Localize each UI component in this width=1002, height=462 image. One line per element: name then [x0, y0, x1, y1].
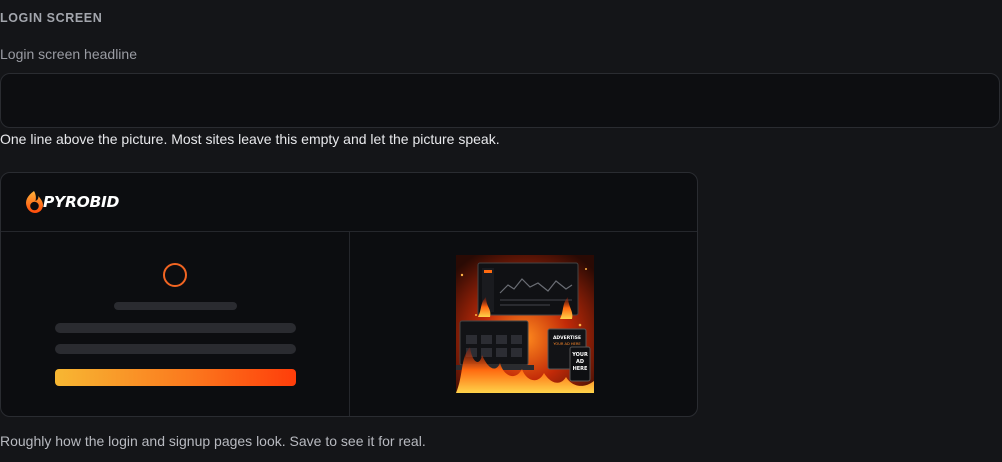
svg-text:YOUR AD HERE: YOUR AD HERE	[553, 342, 581, 346]
login-form-skeleton	[1, 231, 350, 416]
skeleton-email-field	[55, 323, 296, 333]
flame-logo-icon	[26, 191, 43, 213]
headline-input[interactable]	[0, 73, 1000, 128]
preview-header: PYROBID	[1, 173, 697, 232]
svg-text:HERE: HERE	[573, 366, 588, 372]
brand-logo: PYROBID	[23, 190, 119, 214]
promo-flame-image: ADVERTISE YOUR AD HERE YOUR AD HERE	[456, 255, 594, 393]
loading-ring-icon	[163, 263, 187, 287]
brand-name: PYROBID	[43, 193, 120, 211]
headline-help-text: One line above the picture. Most sites l…	[0, 131, 500, 147]
skeleton-title	[114, 302, 237, 310]
section-title: LOGIN SCREEN	[0, 11, 103, 25]
svg-text:AD: AD	[576, 359, 584, 365]
skeleton-password-field	[55, 344, 296, 354]
login-preview-card: PYROBID ADVERTISE YOUR AD HERE YOUR AD H…	[0, 172, 698, 417]
headline-label: Login screen headline	[0, 46, 137, 62]
promo-pane: ADVERTISE YOUR AD HERE YOUR AD HERE	[350, 231, 697, 416]
skeleton-login-button	[55, 369, 296, 386]
svg-text:ADVERTISE: ADVERTISE	[553, 335, 581, 341]
svg-text:YOUR: YOUR	[571, 352, 588, 358]
preview-help-text: Roughly how the login and signup pages l…	[0, 433, 426, 449]
